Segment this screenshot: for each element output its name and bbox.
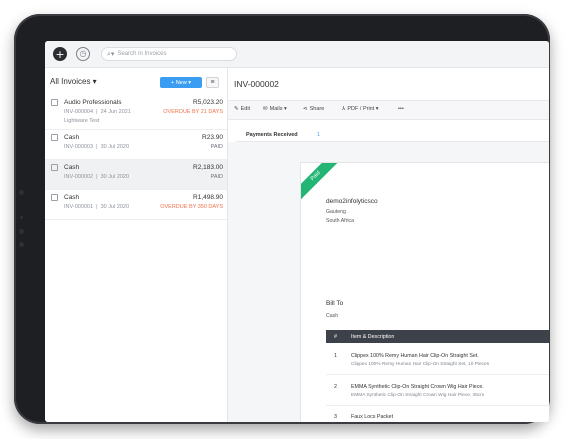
row-checkbox[interactable] bbox=[51, 134, 58, 141]
status-badge: PAID bbox=[210, 174, 223, 180]
side-button bbox=[19, 242, 24, 247]
invoice-amount: R2,183.00 bbox=[193, 164, 223, 171]
tablet-frame: + ◷ ⌕▾ Search in Invoices All Invoices ▾… bbox=[14, 14, 550, 424]
top-bar: + ◷ ⌕▾ Search in Invoices bbox=[45, 41, 549, 68]
search-input[interactable]: ⌕▾ Search in Invoices bbox=[101, 47, 237, 61]
invoice-filter-dropdown[interactable]: All Invoices ▾ bbox=[50, 77, 97, 86]
page-title: INV-000002 bbox=[234, 79, 279, 89]
invoice-meta: INV-000003 | 30 Jul 2020 bbox=[64, 144, 130, 150]
organization-region: Gauteng bbox=[326, 209, 346, 215]
bill-to-name: Cash bbox=[326, 313, 339, 319]
row-number: 3 bbox=[334, 414, 337, 420]
pdf-print-button[interactable]: ⅄ PDF / Print ▾ bbox=[342, 106, 379, 112]
share-icon: ⋖ bbox=[303, 106, 308, 112]
hamburger-icon[interactable]: ≡ bbox=[206, 77, 219, 88]
invoice-meta: INV-000001 | 30 Jul 2020 bbox=[64, 204, 130, 210]
row-checkbox[interactable] bbox=[51, 194, 58, 201]
side-sensor bbox=[20, 216, 23, 219]
app-screen: + ◷ ⌕▾ Search in Invoices All Invoices ▾… bbox=[45, 41, 549, 422]
table-row: 1 Clippex 100% Remy Human Hair Clip-On S… bbox=[326, 344, 549, 375]
invoice-amount: R5,023.20 bbox=[193, 99, 223, 106]
search-icon: ⌕▾ bbox=[107, 49, 115, 58]
more-options-button[interactable]: ••• bbox=[398, 106, 404, 112]
list-item[interactable]: Cash R23.90 INV-000003 | 30 Jul 2020 PAI… bbox=[45, 130, 227, 160]
organization-name: demo2infolyticsco bbox=[326, 198, 378, 205]
plus-circle-icon[interactable]: + bbox=[53, 47, 67, 61]
new-invoice-button[interactable]: + New ▾ bbox=[160, 77, 202, 88]
item-title: EMMA Synthetic Clip-On Straight Crown Wi… bbox=[351, 384, 484, 390]
mails-button[interactable]: ✉ Mails ▾ bbox=[263, 106, 287, 112]
column-number: # bbox=[334, 334, 337, 340]
item-description: EMMA Synthetic Clip-On Straight Crown Wi… bbox=[351, 393, 485, 398]
mail-icon: ✉ bbox=[263, 106, 268, 112]
side-button bbox=[19, 229, 24, 234]
invoice-note: Lightware Test bbox=[64, 118, 100, 124]
invoice-meta: INV-000004 | 24 Jun 2021 bbox=[64, 109, 131, 115]
payments-received-tab[interactable]: Payments Received 1 bbox=[236, 128, 549, 142]
row-checkbox[interactable] bbox=[51, 99, 58, 106]
invoice-list-pane: All Invoices ▾ + New ▾ ≡ Audio Professio… bbox=[45, 68, 228, 422]
invoice-list-header: All Invoices ▾ + New ▾ ≡ bbox=[45, 68, 227, 94]
list-item[interactable]: Audio Professionals R5,023.20 INV-000004… bbox=[45, 95, 227, 130]
customer-name: Cash bbox=[64, 164, 80, 171]
item-title: Clippex 100% Remy Human Hair Clip-On Str… bbox=[351, 353, 479, 359]
invoice-toolbar: ✎ Edit ✉ Mails ▾ ⋖ Share ⅄ PDF / Print ▾ ••• bbox=[228, 100, 549, 120]
list-item[interactable]: Cash R1,498.90 INV-000001 | 30 Jul 2020 … bbox=[45, 190, 227, 220]
column-description: Item & Description bbox=[351, 334, 395, 340]
invoice-amount: R1,498.90 bbox=[193, 194, 223, 201]
table-row: 3 Faux Locs Packet bbox=[326, 406, 549, 422]
bill-to-label: Bill To bbox=[326, 300, 344, 307]
invoice-detail-pane: INV-000002 ✎ Edit ✉ Mails ▾ ⋖ Share ⅄ PDF / … bbox=[228, 68, 549, 422]
payments-count: 1 bbox=[317, 132, 321, 138]
status-badge: PAID bbox=[210, 144, 223, 150]
edit-button[interactable]: ✎ Edit bbox=[234, 106, 250, 112]
row-number: 1 bbox=[334, 353, 337, 359]
items-table-header: # Item & Description bbox=[326, 330, 549, 343]
share-button[interactable]: ⋖ Share bbox=[303, 106, 324, 112]
pencil-icon: ✎ bbox=[234, 106, 239, 112]
invoice-meta: INV-000002 | 30 Jul 2020 bbox=[64, 174, 130, 180]
item-title: Faux Locs Packet bbox=[351, 414, 394, 420]
pdf-icon: ⅄ bbox=[342, 106, 346, 112]
row-number: 2 bbox=[334, 384, 337, 390]
item-description: Clippex 100% Remy Human Hair Clip-On Str… bbox=[351, 362, 490, 367]
search-placeholder: Search in Invoices bbox=[117, 51, 167, 57]
organization-country: South Africa bbox=[326, 218, 354, 224]
payments-received-label: Payments Received bbox=[246, 132, 298, 138]
table-row: 2 EMMA Synthetic Clip-On Straight Crown … bbox=[326, 375, 549, 406]
invoice-amount: R23.90 bbox=[202, 134, 223, 141]
row-checkbox[interactable] bbox=[51, 164, 58, 171]
status-badge: OVERDUE BY 350 DAYS bbox=[160, 204, 223, 210]
status-badge: OVERDUE BY 21 DAYS bbox=[163, 109, 223, 115]
customer-name: Cash bbox=[64, 194, 80, 201]
customer-name: Cash bbox=[64, 134, 80, 141]
invoice-document: Paid demo2infolyticsco Gauteng South Afr… bbox=[300, 162, 549, 422]
side-button bbox=[19, 190, 24, 195]
customer-name: Audio Professionals bbox=[64, 99, 122, 106]
clock-icon[interactable]: ◷ bbox=[76, 47, 90, 61]
list-item[interactable]: Cash R2,183.00 INV-000002 | 30 Jul 2020 … bbox=[45, 160, 227, 190]
